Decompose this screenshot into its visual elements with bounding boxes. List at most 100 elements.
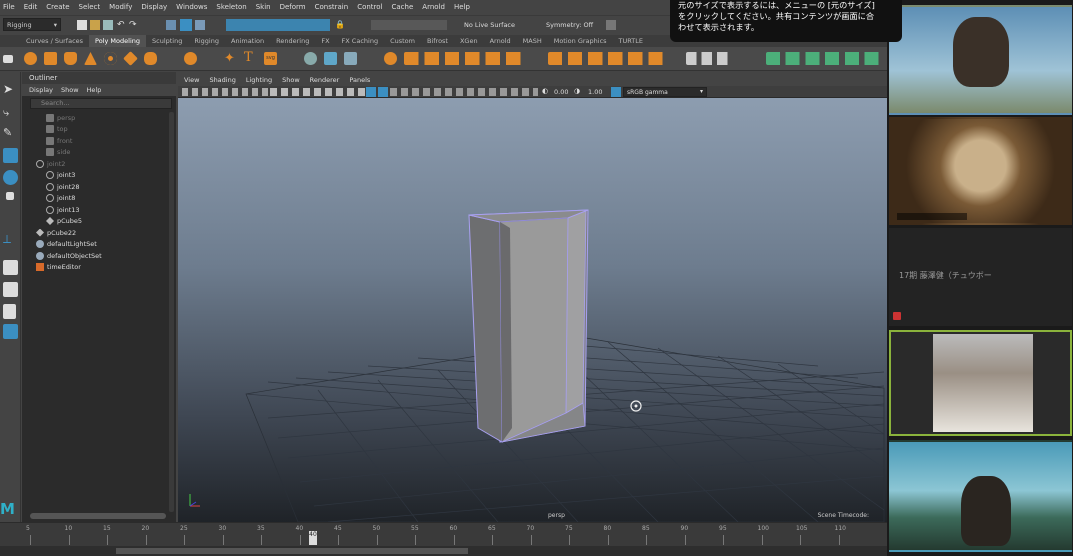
pcube-object[interactable] bbox=[468, 209, 589, 443]
shelf-tab-animation[interactable]: Animation bbox=[225, 35, 270, 47]
shelf-menu-icon[interactable] bbox=[3, 55, 13, 63]
viewport-3d[interactable]: persp Scene Timecode: bbox=[178, 98, 887, 522]
viewport-menu-show[interactable]: Show bbox=[282, 76, 300, 84]
normals-tools-group[interactable] bbox=[766, 52, 882, 65]
shelf-tab-motion-graphics[interactable]: Motion Graphics bbox=[548, 35, 613, 47]
participant-tile-2[interactable] bbox=[889, 117, 1072, 225]
soft-select-icon[interactable] bbox=[606, 20, 616, 30]
open-scene-icon[interactable] bbox=[90, 20, 100, 30]
outliner-item[interactable]: joint8 bbox=[46, 193, 75, 204]
sweep-mesh-icon[interactable]: ✦ bbox=[224, 51, 237, 66]
single-view-icon[interactable] bbox=[3, 260, 18, 275]
outliner-item[interactable]: defaultLightSet bbox=[36, 239, 97, 250]
live-surface-label[interactable]: No Live Surface bbox=[464, 21, 515, 29]
current-frame-marker[interactable]: 40 bbox=[309, 531, 317, 545]
outliner-h-scrollbar[interactable] bbox=[30, 513, 166, 519]
last-tool-icon[interactable]: ⟂ bbox=[3, 232, 18, 247]
viewport-menu-panels[interactable]: Panels bbox=[349, 76, 370, 84]
new-scene-icon[interactable] bbox=[77, 20, 87, 30]
menu-cache[interactable]: Cache bbox=[392, 3, 414, 11]
select-tool-icon[interactable]: ➤ bbox=[3, 82, 18, 97]
camera-tools-group[interactable] bbox=[182, 88, 268, 96]
shelf-tab-curves-surfaces[interactable]: Curves / Surfaces bbox=[20, 35, 89, 47]
shelf-tab-turtle[interactable]: TURTLE bbox=[613, 35, 649, 47]
outliner-menu-help[interactable]: Help bbox=[87, 86, 102, 94]
select-component-icon[interactable] bbox=[195, 20, 205, 30]
participant-tile-active[interactable] bbox=[889, 330, 1072, 436]
component-tools-group[interactable] bbox=[548, 52, 666, 65]
outliner-scrollbar[interactable] bbox=[169, 112, 174, 512]
menu-create[interactable]: Create bbox=[46, 3, 69, 11]
shelf-tab-mash[interactable]: MASH bbox=[517, 35, 548, 47]
shelf-tab-arnold[interactable]: Arnold bbox=[484, 35, 517, 47]
shelf-tab-poly-modeling[interactable]: Poly Modeling bbox=[89, 35, 146, 47]
svg-tool-icon[interactable]: svg bbox=[264, 52, 277, 65]
outliner-menu-show[interactable]: Show bbox=[61, 86, 79, 94]
shelf-tab-rigging[interactable]: Rigging bbox=[188, 35, 225, 47]
exposure-value[interactable]: 0.00 bbox=[554, 88, 568, 96]
shelf-tab-sculpting[interactable]: Sculpting bbox=[146, 35, 188, 47]
poly-torus-icon[interactable] bbox=[104, 52, 117, 65]
outliner-item[interactable]: joint13 bbox=[46, 204, 80, 215]
outliner-item[interactable]: joint2 bbox=[36, 158, 65, 169]
menu-control[interactable]: Control bbox=[357, 3, 382, 11]
four-view-icon[interactable] bbox=[3, 282, 18, 297]
select-hierarchy-icon[interactable] bbox=[166, 20, 176, 30]
shelf-tab-custom[interactable]: Custom bbox=[384, 35, 421, 47]
render-toggles-group[interactable] bbox=[390, 88, 538, 96]
super-shape-icon[interactable] bbox=[184, 52, 197, 65]
redo-icon[interactable]: ↷ bbox=[129, 20, 139, 30]
undo-icon[interactable]: ↶ bbox=[117, 20, 127, 30]
menu-deform[interactable]: Deform bbox=[280, 3, 306, 11]
menu-display[interactable]: Display bbox=[141, 3, 167, 11]
shelf-tab-fx[interactable]: FX bbox=[315, 35, 335, 47]
save-scene-icon[interactable] bbox=[103, 20, 113, 30]
outliner-item[interactable]: top bbox=[46, 124, 68, 135]
outliner-menu-display[interactable]: Display bbox=[29, 86, 53, 94]
menu-set-dropdown[interactable]: Rigging ▾ bbox=[3, 18, 61, 31]
menu-constrain[interactable]: Constrain bbox=[315, 3, 349, 11]
colorspace-dropdown[interactable]: sRGB gamma ▾ bbox=[623, 87, 707, 97]
outliner-item[interactable]: defaultObjectSet bbox=[36, 250, 102, 261]
outliner-item[interactable]: pCube22 bbox=[36, 227, 76, 238]
poly-cylinder-icon[interactable] bbox=[64, 52, 77, 65]
poly-disc-icon[interactable] bbox=[144, 52, 157, 65]
participant-tile-3[interactable]: 17期 藤澤健（チュウボー bbox=[889, 228, 1072, 326]
shelf-tab-xgen[interactable]: XGen bbox=[454, 35, 484, 47]
poly-sphere-icon[interactable] bbox=[24, 52, 37, 65]
outliner-item[interactable]: side bbox=[46, 147, 70, 158]
menu-skeleton[interactable]: Skeleton bbox=[216, 3, 246, 11]
viewport-menu-view[interactable]: View bbox=[184, 76, 199, 84]
render-tools-group[interactable] bbox=[371, 20, 447, 30]
outliner-item[interactable]: joint28 bbox=[46, 181, 80, 192]
move-tool-icon[interactable] bbox=[3, 148, 18, 163]
select-object-icon[interactable] bbox=[180, 19, 192, 31]
lock-icon[interactable]: 🔒 bbox=[335, 20, 345, 30]
scale-tool-icon[interactable] bbox=[6, 192, 14, 200]
menu-help[interactable]: Help bbox=[454, 3, 470, 11]
participant-tile-1[interactable] bbox=[889, 5, 1072, 115]
shelf-tab-fx-caching[interactable]: FX Caching bbox=[336, 35, 385, 47]
mesh-edit-tools-group[interactable] bbox=[404, 52, 524, 65]
poly-cone-icon[interactable] bbox=[84, 52, 97, 65]
smooth-icon[interactable] bbox=[344, 52, 357, 65]
combine-icon[interactable] bbox=[304, 52, 317, 65]
outliner-search-input[interactable]: Search... bbox=[30, 98, 172, 109]
range-slider[interactable] bbox=[0, 546, 887, 556]
poly-plane-icon[interactable] bbox=[123, 51, 138, 66]
menu-arnold[interactable]: Arnold bbox=[422, 3, 445, 11]
lights-toggle-icon[interactable] bbox=[378, 87, 388, 97]
symmetry-label[interactable]: Symmetry: Off bbox=[546, 21, 593, 29]
uv-tools-group[interactable] bbox=[686, 52, 738, 65]
lasso-tool-icon[interactable]: ⤷ bbox=[3, 106, 18, 121]
rotate-tool-icon[interactable] bbox=[3, 170, 18, 185]
outliner-layout-icon[interactable] bbox=[3, 324, 18, 339]
gamma-value[interactable]: 1.00 bbox=[588, 88, 602, 96]
menu-select[interactable]: Select bbox=[79, 3, 101, 11]
shelf-tab-rendering[interactable]: Rendering bbox=[270, 35, 315, 47]
textured-toggle-icon[interactable] bbox=[366, 87, 376, 97]
time-slider[interactable]: 5 10 15 20 25 30 35 40 45 50 55 60 65 70 75 80 85 90 95 100… bbox=[0, 522, 887, 546]
menu-windows[interactable]: Windows bbox=[176, 3, 207, 11]
color-management-icon[interactable] bbox=[611, 87, 621, 97]
persp-outliner-icon[interactable] bbox=[3, 304, 16, 319]
